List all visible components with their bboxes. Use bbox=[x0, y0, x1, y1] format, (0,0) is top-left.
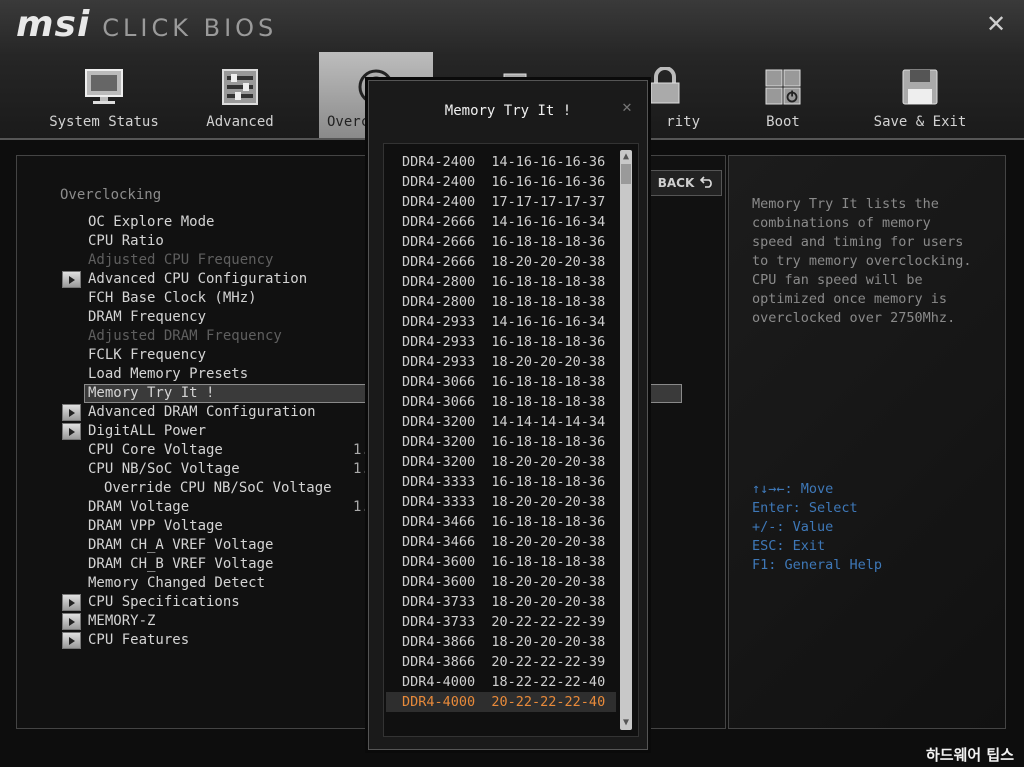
list-item[interactable]: DDR4-3333 16-18-18-18-36 bbox=[386, 472, 616, 492]
menu-item-oc-explore-mode[interactable]: OC Explore Mode bbox=[88, 213, 214, 232]
watermark: 하드웨어 팁스 bbox=[926, 746, 1015, 764]
memory-try-it-dialog: Memory Try It ! ✕ DDR4-2400 14-16-16-16-… bbox=[368, 80, 648, 750]
menu-item-fclk-frequency[interactable]: FCLK Frequency bbox=[88, 346, 206, 365]
list-item[interactable]: DDR4-3466 16-18-18-18-36 bbox=[386, 512, 616, 532]
scroll-thumb[interactable] bbox=[621, 164, 631, 184]
monitor-icon bbox=[82, 64, 126, 110]
menu-item-memory-changed-detect[interactable]: Memory Changed Detect bbox=[88, 574, 265, 593]
menu-item-override-cpu-nb-soc-voltage[interactable]: Override CPU NB/SoC Voltage bbox=[104, 479, 332, 498]
list-item[interactable]: DDR4-3200 14-14-14-14-34 bbox=[386, 412, 616, 432]
tab-save-exit[interactable]: Save & Exit bbox=[868, 52, 972, 138]
tab-label: System Status bbox=[49, 114, 159, 130]
key-hint-value: +/-: Value bbox=[752, 519, 834, 535]
dialog-title: Memory Try It ! bbox=[444, 103, 572, 119]
list-item[interactable]: DDR4-2666 14-16-16-16-34 bbox=[386, 212, 616, 232]
section-title: Overclocking bbox=[60, 187, 162, 203]
menu-item-dram-vpp-voltage[interactable]: DRAM VPP Voltage bbox=[88, 517, 223, 536]
list-item[interactable]: DDR4-3333 18-20-20-20-38 bbox=[386, 492, 616, 512]
list-item[interactable]: DDR4-2800 18-18-18-18-38 bbox=[386, 292, 616, 312]
menu-item-dram-voltage[interactable]: DRAM Voltage 1. bbox=[88, 498, 370, 517]
list-item[interactable]: DDR4-2800 16-18-18-18-38 bbox=[386, 272, 616, 292]
list-item[interactable]: DDR4-3733 18-20-20-20-38 bbox=[386, 592, 616, 612]
logo-product: CLICK BIOS bbox=[102, 14, 278, 42]
menu-item-dram-chb-vref-voltage[interactable]: DRAM CH_B VREF Voltage bbox=[88, 555, 273, 574]
list-item[interactable]: DDR4-3600 16-18-18-18-38 bbox=[386, 552, 616, 572]
key-legend: ↑↓→←: Move Enter: Select +/-: Value ESC:… bbox=[752, 480, 992, 575]
menu-item-digitall-power[interactable]: DigitALL Power bbox=[88, 422, 206, 441]
list-item-selected[interactable]: DDR4-4000 20-22-22-22-40 bbox=[386, 692, 616, 712]
tab-label: Boot bbox=[766, 114, 800, 130]
lock-icon bbox=[643, 64, 687, 110]
submenu-arrow-icon bbox=[62, 613, 81, 630]
menu-item-cpu-features[interactable]: CPU Features bbox=[88, 631, 189, 650]
menu-item-cpu-specifications[interactable]: CPU Specifications bbox=[88, 593, 240, 612]
list-item[interactable]: DDR4-2933 16-18-18-18-36 bbox=[386, 332, 616, 352]
tab-label: Overc bbox=[327, 114, 370, 130]
menu-item-memory-z[interactable]: MEMORY-Z bbox=[88, 612, 155, 631]
menu-item-cpu-core-voltage[interactable]: CPU Core Voltage 1. bbox=[88, 441, 370, 460]
key-hint-help: F1: General Help bbox=[752, 557, 883, 573]
list-item[interactable]: DDR4-2666 18-20-20-20-38 bbox=[386, 252, 616, 272]
menu-item-load-memory-presets[interactable]: Load Memory Presets bbox=[88, 365, 248, 384]
menu-item-dram-frequency[interactable]: DRAM Frequency bbox=[88, 308, 206, 327]
close-icon[interactable]: ✕ bbox=[619, 101, 635, 117]
scroll-up-icon[interactable]: ▲ bbox=[620, 150, 632, 164]
submenu-arrow-icon bbox=[62, 271, 81, 288]
list-item[interactable]: DDR4-3066 18-18-18-18-38 bbox=[386, 392, 616, 412]
list-item[interactable]: DDR4-3866 20-22-22-22-39 bbox=[386, 652, 616, 672]
back-label: BACK bbox=[657, 176, 695, 190]
tab-label: Save & Exit bbox=[873, 114, 967, 130]
menu-item-adjusted-dram-frequency: Adjusted DRAM Frequency bbox=[88, 328, 282, 344]
list-item[interactable]: DDR4-2933 14-16-16-16-34 bbox=[386, 312, 616, 332]
key-hint-move: ↑↓→←: Move bbox=[752, 481, 834, 497]
list-item[interactable]: DDR4-3200 16-18-18-18-36 bbox=[386, 432, 616, 452]
list-item[interactable]: DDR4-2400 17-17-17-17-37 bbox=[386, 192, 616, 212]
submenu-arrow-icon bbox=[62, 594, 81, 611]
tab-label: rity bbox=[666, 114, 700, 130]
list-item[interactable]: DDR4-3200 18-20-20-20-38 bbox=[386, 452, 616, 472]
submenu-arrow-icon bbox=[62, 404, 81, 421]
list-item[interactable]: DDR4-3866 18-20-20-20-38 bbox=[386, 632, 616, 652]
tab-advanced[interactable]: Advanced bbox=[190, 52, 290, 138]
menu-item-cpu-nb-soc-voltage[interactable]: CPU NB/SoC Voltage 1. bbox=[88, 460, 370, 479]
list-item[interactable]: DDR4-2400 14-16-16-16-36 bbox=[386, 152, 616, 172]
help-description: Memory Try It lists the combinations of … bbox=[752, 196, 972, 326]
logo-brand: msi bbox=[16, 4, 91, 45]
menu-item-adjusted-cpu-frequency: Adjusted CPU Frequency bbox=[88, 252, 274, 268]
msi-click-bios-logo: msi CLICK BIOS bbox=[16, 4, 278, 45]
power-grid-icon bbox=[761, 64, 805, 110]
list-item[interactable]: DDR4-2400 16-16-16-16-36 bbox=[386, 172, 616, 192]
sliders-icon bbox=[218, 64, 262, 110]
menu-item-memory-try-it[interactable]: Memory Try It ! bbox=[88, 384, 214, 403]
list-item[interactable]: DDR4-3466 18-20-20-20-38 bbox=[386, 532, 616, 552]
submenu-arrow-icon bbox=[62, 632, 81, 649]
list-item[interactable]: DDR4-2933 18-20-20-20-38 bbox=[386, 352, 616, 372]
list-item[interactable]: DDR4-3600 18-20-20-20-38 bbox=[386, 572, 616, 592]
close-icon[interactable]: ✕ bbox=[984, 12, 1008, 36]
list-item[interactable]: DDR4-3066 16-18-18-18-38 bbox=[386, 372, 616, 392]
tab-system-status[interactable]: System Status bbox=[46, 52, 162, 138]
menu-item-fch-base-clock[interactable]: FCH Base Clock (MHz) bbox=[88, 289, 257, 308]
return-arrow-icon bbox=[700, 175, 714, 191]
list-scrollbar[interactable]: ▲ ▼ bbox=[620, 150, 632, 730]
list-item[interactable]: DDR4-3733 20-22-22-22-39 bbox=[386, 612, 616, 632]
key-hint-select: Enter: Select bbox=[752, 500, 858, 516]
menu-item-cpu-ratio[interactable]: CPU Ratio bbox=[88, 232, 164, 251]
tab-label: Advanced bbox=[206, 114, 274, 130]
list-item[interactable]: DDR4-4000 18-22-22-22-40 bbox=[386, 672, 616, 692]
scroll-down-icon[interactable]: ▼ bbox=[620, 716, 632, 730]
back-button[interactable]: BACK bbox=[650, 170, 722, 196]
list-item[interactable]: DDR4-2666 16-18-18-18-36 bbox=[386, 232, 616, 252]
submenu-arrow-icon bbox=[62, 423, 81, 440]
menu-item-advanced-cpu-configuration[interactable]: Advanced CPU Configuration bbox=[88, 270, 307, 289]
memory-option-list: DDR4-2400 14-16-16-16-36 DDR4-2400 16-16… bbox=[383, 143, 639, 737]
key-hint-exit: ESC: Exit bbox=[752, 538, 826, 554]
tab-boot[interactable]: Boot bbox=[743, 52, 823, 138]
floppy-disk-icon bbox=[898, 64, 942, 110]
menu-item-advanced-dram-configuration[interactable]: Advanced DRAM Configuration bbox=[88, 403, 316, 422]
menu-item-dram-cha-vref-voltage[interactable]: DRAM CH_A VREF Voltage bbox=[88, 536, 273, 555]
